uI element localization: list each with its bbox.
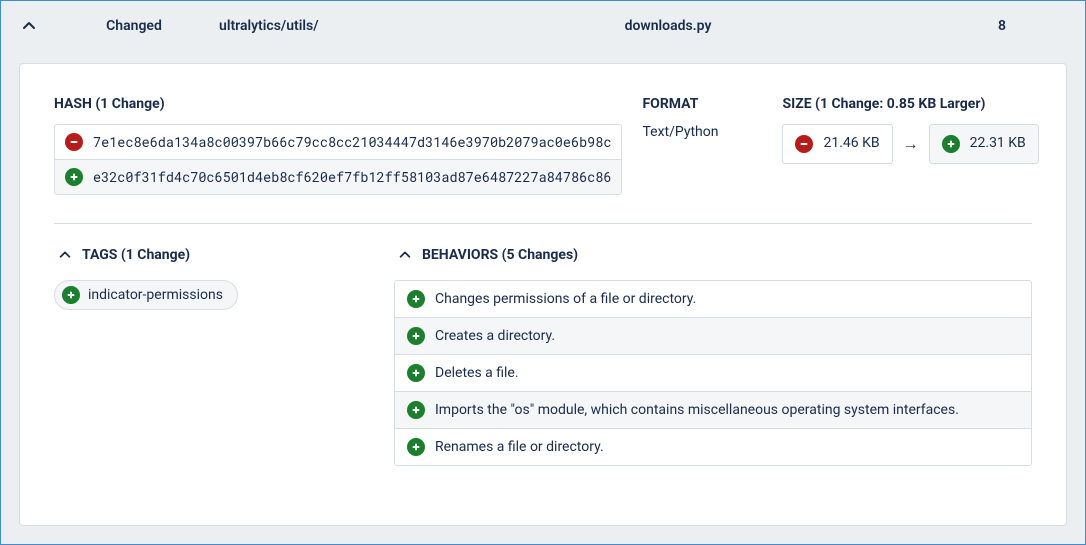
top-row: HASH (1 Change) 7e1ec8e6da134a8c00397b66… [54, 96, 1032, 195]
card: HASH (1 Change) 7e1ec8e6da134a8c00397b66… [19, 63, 1067, 526]
format-value: Text/Python [642, 124, 762, 140]
behavior-text: Renames a file or directory. [435, 439, 604, 455]
size-old-value: 21.46 KB [823, 135, 879, 153]
minus-icon [795, 135, 813, 153]
bottom-row: TAGS (1 Change) indicator-permissions [54, 244, 1032, 466]
hash-old-value: 7e1ec8e6da134a8c00397b66c79cc8cc21034447… [93, 133, 611, 151]
hash-row-old[interactable]: 7e1ec8e6da134a8c00397b66c79cc8cc21034447… [55, 125, 621, 159]
plus-icon [942, 135, 960, 153]
chevron-up-icon [54, 244, 76, 266]
plus-icon [407, 364, 425, 382]
behavior-row[interactable]: Renames a file or directory. [395, 428, 1031, 465]
behavior-row[interactable]: Changes permissions of a file or directo… [395, 281, 1031, 317]
header-status: Changed [49, 18, 219, 34]
size-section: SIZE (1 Change: 0.85 KB Larger) 21.46 KB… [782, 96, 1038, 164]
hash-list: 7e1ec8e6da134a8c00397b66c79cc8cc21034447… [54, 124, 622, 195]
behavior-text: Creates a directory. [435, 328, 555, 344]
hash-new-value: e32c0f31fd4c70c6501d4eb8cf620ef7fb12ff58… [93, 168, 611, 186]
size-boxes: 21.46 KB → 22.31 KB [782, 124, 1038, 164]
behavior-row[interactable]: Creates a directory. [395, 317, 1031, 354]
behaviors-list: Changes permissions of a file or directo… [394, 280, 1032, 466]
size-new-box: 22.31 KB [929, 124, 1039, 164]
size-old-box: 21.46 KB [782, 124, 892, 164]
plus-icon [407, 327, 425, 345]
tag-pill[interactable]: indicator-permissions [54, 280, 238, 310]
tag-label: indicator-permissions [88, 287, 223, 303]
format-title: FORMAT [642, 96, 762, 112]
plus-icon [65, 168, 83, 186]
chevron-up-icon [394, 244, 416, 266]
behavior-text: Imports the "os" module, which contains … [435, 402, 959, 418]
hash-section: HASH (1 Change) 7e1ec8e6da134a8c00397b66… [54, 96, 622, 195]
tags-header[interactable]: TAGS (1 Change) [54, 244, 374, 266]
panel-content: HASH (1 Change) 7e1ec8e6da134a8c00397b66… [1, 51, 1085, 544]
plus-icon [407, 290, 425, 308]
diff-panel: Changed ultralytics/utils/ downloads.py … [0, 0, 1086, 545]
format-section: FORMAT Text/Python [642, 96, 762, 140]
panel-header: Changed ultralytics/utils/ downloads.py … [1, 1, 1085, 51]
header-path: ultralytics/utils/ [219, 18, 469, 34]
behavior-row[interactable]: Deletes a file. [395, 354, 1031, 391]
size-new-value: 22.31 KB [970, 135, 1026, 153]
minus-icon [65, 133, 83, 151]
behavior-row[interactable]: Imports the "os" module, which contains … [395, 391, 1031, 428]
behaviors-header[interactable]: BEHAVIORS (5 Changes) [394, 244, 1032, 266]
header-filename: downloads.py [469, 18, 927, 34]
behavior-text: Deletes a file. [435, 365, 519, 381]
behaviors-title: BEHAVIORS (5 Changes) [422, 247, 578, 263]
tags-section: TAGS (1 Change) indicator-permissions [54, 244, 374, 310]
hash-title: HASH (1 Change) [54, 96, 622, 112]
plus-icon [62, 286, 80, 304]
header-change-count: 8 [927, 18, 1077, 34]
plus-icon [407, 438, 425, 456]
size-title: SIZE (1 Change: 0.85 KB Larger) [782, 96, 1038, 112]
header-cells: Changed ultralytics/utils/ downloads.py … [49, 18, 1077, 34]
arrow-right-icon: → [903, 134, 919, 154]
behaviors-section: BEHAVIORS (5 Changes) Changes permission… [394, 244, 1032, 466]
behavior-text: Changes permissions of a file or directo… [435, 291, 696, 307]
hash-row-new[interactable]: e32c0f31fd4c70c6501d4eb8cf620ef7fb12ff58… [55, 159, 621, 194]
plus-icon [407, 401, 425, 419]
chevron-up-icon [21, 18, 37, 34]
divider [54, 223, 1032, 224]
tags-title: TAGS (1 Change) [82, 247, 190, 263]
collapse-toggle[interactable] [9, 6, 49, 46]
